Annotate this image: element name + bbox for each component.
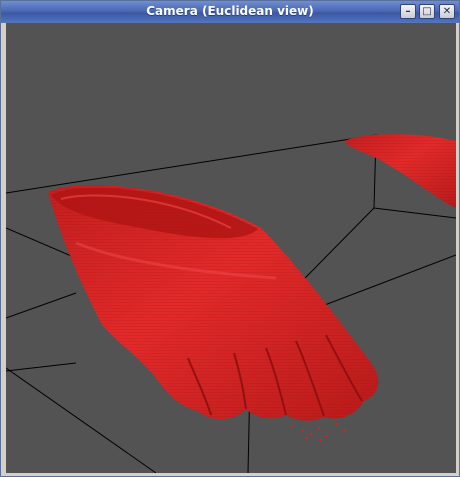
- scene-render: [6, 134, 456, 473]
- foot-mesh-secondary: [344, 134, 456, 208]
- title-bar[interactable]: Camera (Euclidean view) – □ ✕: [1, 1, 459, 23]
- app-window: Camera (Euclidean view) – □ ✕: [0, 0, 460, 477]
- window-title: Camera (Euclidean view): [146, 4, 314, 18]
- foot-mesh: [48, 184, 379, 441]
- 3d-viewport[interactable]: [6, 23, 456, 473]
- minimize-button[interactable]: –: [400, 4, 416, 19]
- close-button[interactable]: ✕: [439, 4, 455, 19]
- maximize-button[interactable]: □: [419, 4, 435, 19]
